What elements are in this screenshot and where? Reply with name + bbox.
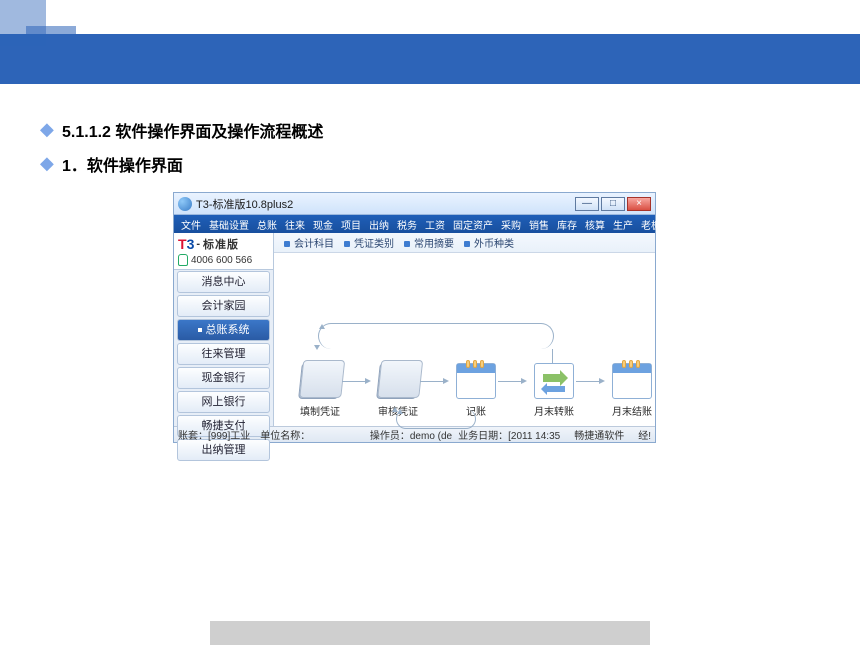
menu-basic[interactable]: 基础设置	[206, 217, 252, 232]
flow-connector-icon	[552, 349, 553, 363]
logo-3: 3	[187, 236, 195, 252]
menu-prod[interactable]: 生产	[610, 217, 636, 232]
status-operator: 操作员：demo (de	[370, 427, 452, 442]
logo-zone: T3 - 标准版 4006 600 566	[174, 233, 273, 270]
status-date: 业务日期：[2011 14:35	[458, 427, 560, 442]
workflow-diagram: 填制凭证 审核凭证 记账 月末转账 月末结账	[274, 253, 655, 426]
tab-strip: 会计科目 凭证类别 常用摘要 外币种类	[274, 233, 655, 253]
tab-accounts[interactable]: 会计科目	[284, 235, 334, 250]
window-titlebar[interactable]: T3-标准版10.8plus2 — □ ×	[174, 193, 655, 215]
menu-bar[interactable]: 文件 基础设置 总账 往来 现金 项目 出纳 税务 工资 固定资产 采购 销售 …	[174, 215, 655, 233]
flow-arrowhead-icon	[314, 345, 320, 350]
status-brand: 畅捷通软件	[574, 427, 624, 442]
flow-label: 月末转账	[526, 403, 582, 418]
sidebar-item-gl[interactable]: 总账系统	[177, 319, 270, 341]
flow-node-create-voucher[interactable]: 填制凭证	[292, 363, 348, 418]
bullet-icon: ◆	[40, 153, 54, 174]
flow-arrow-icon	[576, 381, 600, 382]
maximize-button[interactable]: □	[601, 197, 625, 211]
active-dot-icon	[198, 328, 202, 332]
menu-sales[interactable]: 销售	[526, 217, 552, 232]
sidebar-item-cashier[interactable]: 出纳管理	[177, 439, 270, 461]
sidebar-item-ebank[interactable]: 网上银行	[177, 391, 270, 413]
menu-project[interactable]: 项目	[338, 217, 364, 232]
menu-calc[interactable]: 核算	[582, 217, 608, 232]
window-title: T3-标准版10.8plus2	[196, 196, 571, 212]
logo-edition: 标准版	[203, 236, 239, 252]
app-icon	[178, 197, 192, 211]
slide-top-bar	[0, 34, 860, 84]
flow-arrow-icon	[342, 381, 366, 382]
transfer-icon	[534, 363, 574, 399]
flow-loop-bottom-icon	[396, 409, 476, 429]
menu-payroll[interactable]: 工资	[422, 217, 448, 232]
slide-footer-bar	[210, 621, 650, 645]
notebook-icon	[376, 363, 420, 399]
menu-cash[interactable]: 现金	[310, 217, 336, 232]
status-tail: 经!	[638, 427, 651, 442]
notebook-icon	[298, 363, 342, 399]
menu-tax[interactable]: 税务	[394, 217, 420, 232]
status-account-set: 账套：[999]工业 单位名称：	[178, 427, 310, 442]
ledger-icon	[456, 363, 496, 399]
menu-purchase[interactable]: 采购	[498, 217, 524, 232]
slide-deco-square	[26, 26, 76, 76]
slide-heading: 5.1.1.2 软件操作界面及操作流程概述	[62, 118, 323, 142]
tab-summary[interactable]: 常用摘要	[404, 235, 454, 250]
menu-learn[interactable]: 学习中心	[714, 217, 760, 232]
logo-t: T	[178, 236, 187, 252]
bullet-icon: ◆	[40, 119, 54, 140]
sidebar: T3 - 标准版 4006 600 566 消息中心 会计家园 总账系统 往来管…	[174, 233, 274, 426]
sidebar-item-messages[interactable]: 消息中心	[177, 271, 270, 293]
sidebar-item-label: 总账系统	[206, 320, 250, 340]
sidebar-item-home[interactable]: 会计家园	[177, 295, 270, 317]
tab-currency[interactable]: 外币种类	[464, 235, 514, 250]
hotline-number: 4006 600 566	[191, 255, 252, 266]
menu-arap[interactable]: 往来	[282, 217, 308, 232]
menu-file[interactable]: 文件	[178, 217, 204, 232]
logo-dash: -	[196, 238, 201, 250]
sidebar-item-arap[interactable]: 往来管理	[177, 343, 270, 365]
menu-cashier[interactable]: 出纳	[366, 217, 392, 232]
flow-arrow-icon	[498, 381, 522, 382]
slide-subheading: 1．软件操作界面	[62, 152, 183, 176]
content-area: 会计科目 凭证类别 常用摘要 外币种类 填制凭证 审核凭证 记账	[274, 233, 655, 426]
flow-label: 填制凭证	[292, 403, 348, 418]
menu-assets[interactable]: 固定资产	[450, 217, 496, 232]
close-period-icon	[612, 363, 652, 399]
close-button[interactable]: ×	[627, 197, 651, 211]
minimize-button[interactable]: —	[575, 197, 599, 211]
flow-arrowhead-icon	[392, 407, 398, 412]
menu-workspace[interactable]: 工作圈	[810, 217, 846, 232]
flow-node-month-close[interactable]: 月末结账	[604, 363, 660, 418]
phone-icon	[178, 254, 188, 266]
menu-boss[interactable]: 老板通	[638, 217, 674, 232]
menu-stock[interactable]: 库存	[554, 217, 580, 232]
flow-loop-top-icon	[318, 323, 554, 349]
flow-arrow-icon	[420, 381, 444, 382]
menu-bill[interactable]: 票据通	[676, 217, 712, 232]
flow-label: 月末结账	[604, 403, 660, 418]
menu-service[interactable]: 产品服务	[762, 217, 808, 232]
tab-voucher-type[interactable]: 凭证类别	[344, 235, 394, 250]
app-window: T3-标准版10.8plus2 — □ × 文件 基础设置 总账 往来 现金 项…	[173, 192, 656, 443]
sidebar-item-cash[interactable]: 现金银行	[177, 367, 270, 389]
menu-gl[interactable]: 总账	[254, 217, 280, 232]
menu-window[interactable]: 窗口	[848, 217, 860, 232]
flow-node-month-transfer[interactable]: 月末转账	[526, 363, 582, 418]
